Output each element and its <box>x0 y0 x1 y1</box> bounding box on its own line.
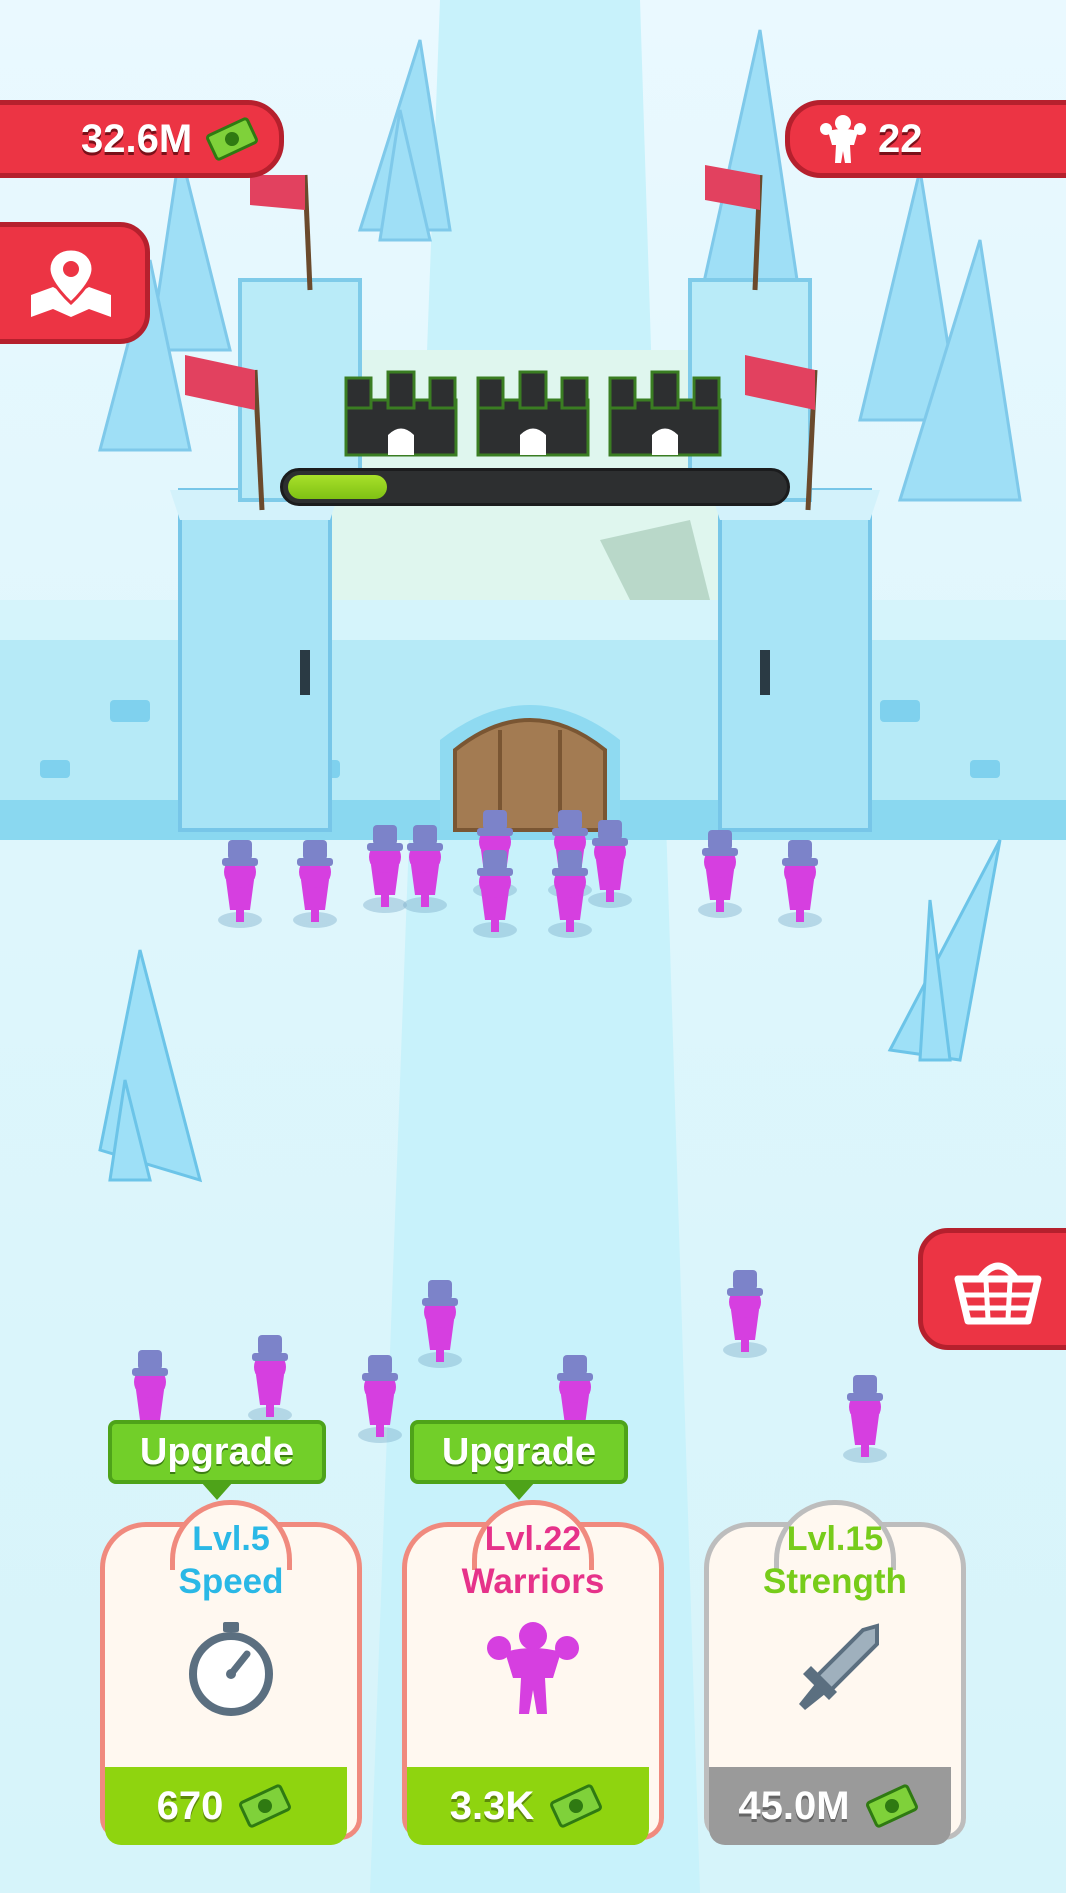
warriors-label: Warriors <box>461 1562 605 1601</box>
warrior-figure <box>358 1355 402 1443</box>
speed-price-value: 670 <box>156 1783 224 1828</box>
warriors-value: 22 <box>878 116 923 161</box>
cash-icon <box>865 1784 918 1828</box>
money-value: 32.6M <box>81 116 193 161</box>
sword-icon <box>799 1623 879 1710</box>
warrior-figure <box>698 830 742 918</box>
cash-icon <box>206 117 259 161</box>
strength-level: Lvl.15 <box>786 1520 884 1558</box>
speed-level: Lvl.5 <box>192 1520 270 1558</box>
strength-price-value: 45.0M <box>738 1783 850 1828</box>
warrior-figure <box>843 1375 887 1463</box>
warrior-icon <box>487 1622 579 1714</box>
warriors-level: Lvl.22 <box>484 1520 582 1558</box>
warrior-figure <box>403 825 447 913</box>
cash-icon <box>239 1784 292 1828</box>
game-screen: 32.6M 22 Upgrade Upgrade Lvl.5 Speed 670… <box>0 0 1066 1893</box>
warriors-price-value: 3.3K <box>449 1783 535 1828</box>
upgrade-warriors-button[interactable]: Upgrade <box>410 1420 628 1500</box>
warrior-figure <box>723 1270 767 1358</box>
speed-upgrade-card[interactable]: Lvl.5 Speed 670 <box>100 1500 362 1850</box>
upgrade-speed-button[interactable]: Upgrade <box>108 1420 326 1500</box>
warrior-icon <box>820 115 866 163</box>
shop-button[interactable] <box>918 1228 1066 1350</box>
warrior-figure <box>588 820 632 908</box>
strength-label: Strength <box>763 1562 907 1601</box>
basket-icon <box>954 1262 1042 1325</box>
warrior-figure <box>248 1335 292 1423</box>
warrior-counter: 22 <box>785 100 1066 178</box>
warrior-figure <box>418 1280 462 1368</box>
warriors-price: 3.3K <box>407 1767 649 1845</box>
warrior-figure <box>363 825 407 913</box>
money-counter: 32.6M <box>0 100 284 178</box>
speed-price: 670 <box>105 1767 347 1845</box>
strength-upgrade-card[interactable]: Lvl.15 Strength 45.0M <box>704 1500 966 1850</box>
stopwatch-icon <box>189 1622 273 1716</box>
speed-label: Speed <box>178 1562 284 1601</box>
warrior-figure <box>778 840 822 928</box>
warrior-figure <box>218 840 262 928</box>
map-button[interactable] <box>0 222 150 344</box>
cash-icon <box>550 1784 603 1828</box>
warriors-upgrade-card[interactable]: Lvl.22 Warriors 3.3K <box>402 1500 664 1850</box>
map-pin-icon <box>31 247 111 317</box>
warrior-figure <box>293 840 337 928</box>
strength-price: 45.0M <box>709 1767 951 1845</box>
